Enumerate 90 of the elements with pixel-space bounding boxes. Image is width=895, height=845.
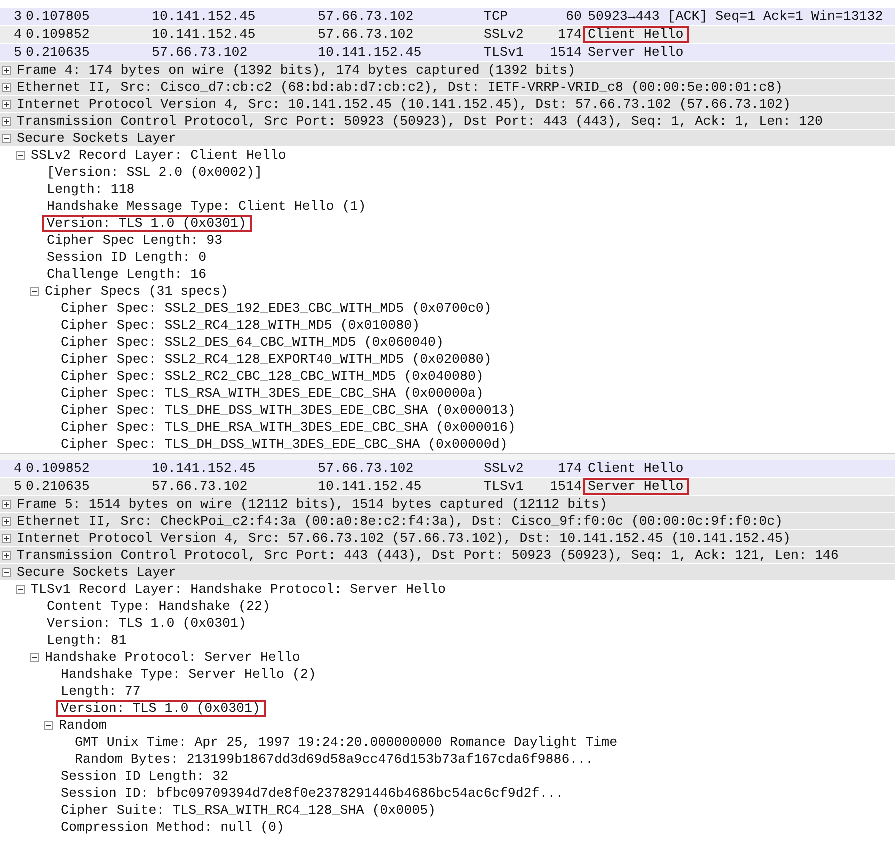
packet-protocol: TLSv1	[483, 44, 525, 61]
expand-icon[interactable]	[2, 516, 11, 526]
packet-row[interactable]: 5 0.210635 57.66.73.102 10.141.152.45 TLSv1 1514 Server Hello	[0, 44, 895, 62]
packet-info: Client Hello	[583, 26, 689, 43]
collapse-icon[interactable]	[2, 134, 11, 142]
packet-source: 57.66.73.102	[151, 478, 249, 495]
tree-item[interactable]: [Version: SSL 2.0 (0x0002)]	[42, 164, 268, 180]
tree-item[interactable]: Cipher Spec: SSL2_DES_64_CBC_WITH_MD5 (0x060040)	[56, 334, 450, 350]
packet-protocol: SSLv2	[483, 26, 525, 43]
packet-protocol: TLSv1	[483, 478, 525, 495]
tree-item[interactable]: Handshake Message Type: Client Hello (1)	[42, 198, 372, 214]
tree-item[interactable]: Handshake Type: Server Hello (2)	[56, 666, 322, 682]
packet-number: 3	[13, 8, 22, 25]
collapse-icon[interactable]	[16, 150, 25, 160]
expand-icon[interactable]	[2, 534, 11, 542]
expand-icon[interactable]	[2, 82, 11, 92]
tree-item[interactable]: Cipher Specs (31 specs)	[40, 282, 234, 300]
packet-destination: 10.141.152.45	[317, 44, 423, 61]
tree-item[interactable]: Version: TLS 1.0 (0x0301)	[56, 700, 266, 716]
packet-destination: 57.66.73.102	[317, 26, 415, 43]
packet-number: 5	[13, 478, 22, 495]
packet-number: 4	[13, 26, 22, 43]
expand-icon[interactable]	[2, 550, 11, 560]
tree-item[interactable]: Random Bytes: 213199b1867dd3d69d58a9cc476d153b73af167cda6f9886...	[70, 750, 599, 768]
collapse-icon[interactable]	[2, 568, 11, 576]
packet-time: 0.109852	[25, 460, 91, 477]
collapse-icon[interactable]	[30, 286, 39, 296]
packet-time: 0.210635	[25, 44, 91, 61]
packet-destination: 57.66.73.102	[317, 460, 415, 477]
packet-time: 0.109852	[25, 26, 91, 43]
packet-source: 10.141.152.45	[151, 460, 257, 477]
packet-length: 1514	[549, 478, 582, 495]
tree-item[interactable]: Handshake Protocol: Server Hello	[40, 648, 306, 666]
packet-info: Client Hello	[587, 460, 685, 477]
tree-item[interactable]: Version: TLS 1.0 (0x0301)	[42, 614, 252, 632]
packet-row[interactable]: 5 0.210635 57.66.73.102 10.141.152.45 TLSv1 1514 Server Hello	[0, 478, 895, 496]
tree-item[interactable]: Cipher Spec: SSL2_RC4_128_WITH_MD5 (0x010080)	[56, 316, 426, 334]
packet-source: 10.141.152.45	[151, 8, 257, 25]
packet-destination: 57.66.73.102	[317, 8, 415, 25]
tree-item[interactable]: Length: 81	[42, 632, 132, 648]
packet-row[interactable]: 4 0.109852 10.141.152.45 57.66.73.102 SSLv2 174 Client Hello	[0, 26, 895, 44]
tree-item[interactable]: Compression Method: null (0)	[56, 818, 290, 836]
tree-item[interactable]: Cipher Spec: TLS_DHE_DSS_WITH_3DES_EDE_CBC_SHA (0x000013)	[56, 402, 521, 418]
packet-number: 5	[13, 44, 22, 61]
tree-item[interactable]: Challenge Length: 16	[42, 266, 212, 282]
packet-number: 4	[13, 460, 22, 477]
tree-item[interactable]: Length: 118	[42, 180, 140, 198]
packet-row[interactable]: 4 0.109852 10.141.152.45 57.66.73.102 SSLv2 174 Client Hello	[0, 460, 895, 478]
collapse-icon[interactable]	[16, 584, 25, 594]
packet-row[interactable]: 3 0.107805 10.141.152.45 57.66.73.102 TCP 60 50923→443 [ACK] Seq=1 Ack=1 Win=13132	[0, 8, 895, 26]
tree-item[interactable]: Session ID Length: 32	[56, 768, 234, 784]
expand-icon[interactable]	[2, 100, 11, 108]
packet-info: Server Hello	[587, 44, 685, 61]
packet-info: 50923→443 [ACK] Seq=1 Ack=1 Win=13132	[587, 8, 884, 25]
packet-length: 174	[557, 26, 582, 43]
tree-item[interactable]: Cipher Spec: SSL2_RC4_128_EXPORT40_WITH_MD5 (0x020080)	[56, 350, 497, 368]
collapse-icon[interactable]	[44, 720, 53, 730]
packet-length: 60	[565, 8, 582, 25]
tree-item[interactable]: Version: TLS 1.0 (0x0301)	[42, 214, 252, 232]
tree-item[interactable]: Session ID Length: 0	[42, 248, 212, 266]
tree-item[interactable]: Random	[54, 716, 112, 734]
packet-info: Server Hello	[583, 478, 689, 495]
packet-source: 57.66.73.102	[151, 44, 249, 61]
collapse-icon[interactable]	[30, 652, 39, 662]
tree-item[interactable]: Content Type: Handshake (22)	[42, 598, 276, 614]
tree-item[interactable]: Secure Sockets Layer	[12, 564, 182, 580]
tree-item[interactable]: SSLv2 Record Layer: Client Hello	[26, 146, 292, 164]
packet-protocol: SSLv2	[483, 460, 525, 477]
packet-length: 174	[557, 460, 582, 477]
tree-item[interactable]: Cipher Spec Length: 93	[42, 232, 228, 248]
tree-item[interactable]: Cipher Spec: SSL2_DES_192_EDE3_CBC_WITH_MD5 (0x0700c0)	[56, 300, 497, 316]
expand-icon[interactable]	[2, 500, 11, 508]
packet-time: 0.107805	[25, 8, 91, 25]
packet-destination: 10.141.152.45	[317, 478, 423, 495]
packet-length: 1514	[549, 44, 582, 61]
tree-item[interactable]: Cipher Spec: SSL2_RC2_CBC_128_CBC_WITH_MD5 (0x040080)	[56, 368, 489, 384]
packet-source: 10.141.152.45	[151, 26, 257, 43]
tree-item[interactable]: Session ID: bfbc09709394d7de8f0e2378291446b4686bc54ac6cf9d2f...	[56, 784, 569, 802]
packet-protocol: TCP	[483, 8, 509, 25]
tree-item[interactable]: Cipher Spec: TLS_DH_DSS_WITH_3DES_EDE_CBC_SHA (0x00000d)	[56, 436, 513, 452]
packet-time: 0.210635	[25, 478, 91, 495]
tree-item[interactable]: TLSv1 Record Layer: Handshake Protocol: Server Hello	[26, 580, 451, 598]
expand-icon[interactable]	[2, 66, 11, 74]
tree-item[interactable]: Length: 77	[56, 682, 146, 700]
tree-item[interactable]: Secure Sockets Layer	[12, 130, 182, 146]
tree-item[interactable]: GMT Unix Time: Apr 25, 1997 19:24:20.000000000 Romance Daylight Time	[70, 734, 623, 750]
tree-item[interactable]: Cipher Spec: TLS_DHE_RSA_WITH_3DES_EDE_CBC_SHA (0x000016)	[56, 418, 521, 436]
tree-item[interactable]: Cipher Suite: TLS_RSA_WITH_RC4_128_SHA (0x0005)	[56, 802, 442, 818]
tree-item[interactable]: Cipher Spec: TLS_RSA_WITH_3DES_EDE_CBC_SHA (0x00000a)	[56, 384, 489, 402]
expand-icon[interactable]	[2, 116, 11, 126]
